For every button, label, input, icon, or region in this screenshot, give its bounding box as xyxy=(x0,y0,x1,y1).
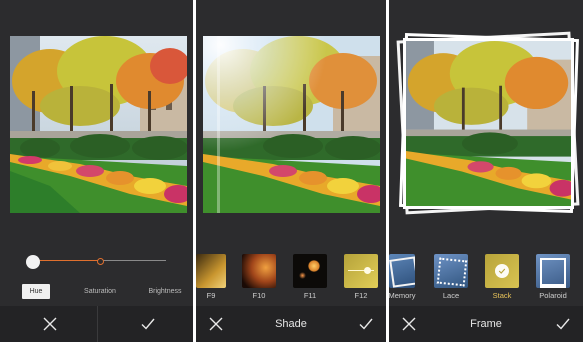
park-photo xyxy=(10,36,187,213)
frame-label: Memory xyxy=(389,291,416,300)
cancel-button[interactable] xyxy=(196,306,236,342)
close-icon xyxy=(43,317,57,331)
app-screenshot-triptych: Hue Saturation Brightness F9 F10 F11 F12… xyxy=(0,0,583,342)
memory-frame-icon xyxy=(389,254,415,288)
photo-preview xyxy=(10,36,187,213)
orange-glow-icon xyxy=(242,254,276,288)
filter-label: F11 xyxy=(303,291,317,300)
action-bar-divider xyxy=(97,306,98,342)
confirm-button[interactable] xyxy=(346,306,386,342)
frame-label: Stack xyxy=(492,291,512,300)
stack-frame-icon xyxy=(485,254,519,288)
tab-brightness[interactable]: Brightness xyxy=(144,284,186,299)
polaroid-frame-icon xyxy=(536,254,570,288)
check-icon xyxy=(359,318,373,330)
confirm-button[interactable] xyxy=(128,306,168,342)
close-icon xyxy=(209,317,223,331)
filter-label: F12 xyxy=(354,291,368,300)
frame-style-strip: Memory Lace Stack Polaroid xyxy=(389,246,583,304)
frame-label: Lace xyxy=(442,291,460,300)
park-photo-framed xyxy=(406,41,571,206)
check-icon xyxy=(556,318,570,330)
cancel-button[interactable] xyxy=(30,306,70,342)
adjust-panel: Hue Saturation Brightness xyxy=(0,0,193,342)
tab-hue[interactable]: Hue xyxy=(22,284,50,299)
yellow-slider-icon xyxy=(344,254,378,288)
lace-frame-icon xyxy=(434,254,468,288)
photo-preview-shaded xyxy=(203,36,380,213)
close-icon xyxy=(402,317,416,331)
hue-slider-knob[interactable] xyxy=(26,255,40,269)
shade-panel: F9 F10 F11 F12 Shade xyxy=(196,0,386,342)
tab-saturation[interactable]: Saturation xyxy=(79,284,121,299)
frame-label: Polaroid xyxy=(539,291,567,300)
gold-gradient-icon xyxy=(196,254,226,288)
filter-label: F10 xyxy=(252,291,266,300)
shade-filter-strip: F9 F10 F11 F12 xyxy=(196,246,386,304)
hue-slider-fill xyxy=(33,260,100,261)
stack-frame-front xyxy=(403,38,574,209)
cancel-button[interactable] xyxy=(389,306,429,342)
selected-check-icon xyxy=(495,264,509,278)
hue-slider-default-marker xyxy=(97,258,104,265)
confirm-button[interactable] xyxy=(543,306,583,342)
bokeh-lights-icon xyxy=(293,254,327,288)
panel-title: Frame xyxy=(470,318,502,330)
action-bar: Frame xyxy=(389,306,583,342)
filter-label: F9 xyxy=(206,291,216,300)
photo-preview-framed xyxy=(396,31,580,215)
action-bar: Shade xyxy=(196,306,386,342)
check-icon xyxy=(141,318,155,330)
park-photo-shaded xyxy=(203,36,380,213)
panel-title: Shade xyxy=(275,318,307,330)
frame-panel: Memory Lace Stack Polaroid Frame xyxy=(389,0,583,342)
